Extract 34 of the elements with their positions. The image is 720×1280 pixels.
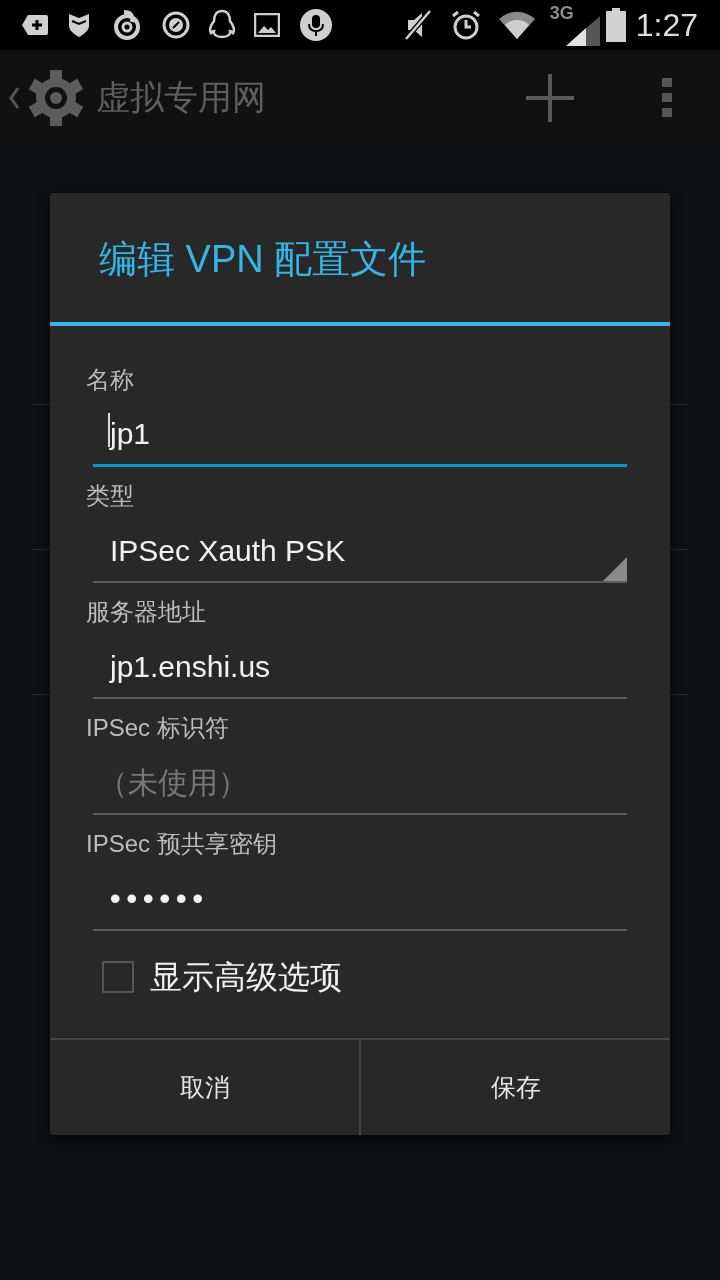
input-field[interactable]: •••••• xyxy=(93,859,627,931)
type-dropdown[interactable]: IPSec Xauth PSK xyxy=(93,511,627,583)
add-icon[interactable] xyxy=(526,73,574,122)
field-label: 名称 xyxy=(86,365,134,395)
alarm-clock-icon xyxy=(449,9,482,41)
clock-time: 1:27 xyxy=(635,9,698,41)
mute-icon xyxy=(403,9,432,41)
image-icon xyxy=(254,13,280,37)
input-field[interactable]: jp1 xyxy=(93,395,627,467)
up-button[interactable] xyxy=(8,67,86,128)
cancel-button[interactable]: 取消 xyxy=(50,1040,361,1135)
field-label: 服务器地址 xyxy=(86,597,206,627)
shield-icon xyxy=(68,12,90,38)
screen-title: 虚拟专用网 xyxy=(96,77,266,118)
dialog-title: 编辑 VPN 配置文件 xyxy=(99,237,427,282)
field-label: IPSec 标识符 xyxy=(86,713,229,743)
back-caret-icon xyxy=(8,85,20,110)
wifi-icon xyxy=(497,10,536,40)
checkbox[interactable] xyxy=(102,961,134,993)
overflow-menu-icon[interactable] xyxy=(662,77,672,118)
gear-icon xyxy=(26,67,86,128)
field-label: IPSec 预共享密钥 xyxy=(86,829,277,859)
penguin-icon xyxy=(208,9,236,41)
save-button[interactable]: 保存 xyxy=(361,1040,670,1135)
battery-icon xyxy=(605,8,626,42)
field-label: 类型 xyxy=(86,481,134,511)
dropdown-corner-icon xyxy=(603,557,627,581)
input-field[interactable]: jp1.enshi.us xyxy=(93,627,627,699)
tag-plus-icon xyxy=(22,13,50,37)
text-cursor xyxy=(108,413,110,447)
checkbox-label: 显示高级选项 xyxy=(150,958,342,997)
network-type: 3G xyxy=(549,4,574,22)
swirl-icon xyxy=(112,10,142,40)
microphone-icon xyxy=(300,9,332,41)
